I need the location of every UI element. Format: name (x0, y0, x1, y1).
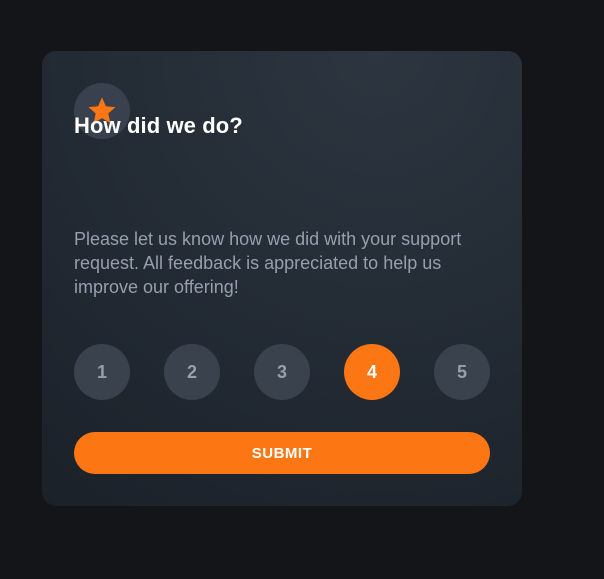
rating-option-5[interactable]: 5 (434, 344, 490, 400)
rating-card: How did we do? Please let us know how we… (42, 51, 522, 506)
rating-option-4[interactable]: 4 (344, 344, 400, 400)
card-title: How did we do? (74, 113, 243, 138)
rating-option-1[interactable]: 1 (74, 344, 130, 400)
rating-options: 1 2 3 4 5 (74, 344, 490, 400)
rating-option-2[interactable]: 2 (164, 344, 220, 400)
card-description: Please let us know how we did with your … (74, 229, 462, 297)
rating-option-3[interactable]: 3 (254, 344, 310, 400)
submit-button[interactable]: SUBMIT (74, 432, 490, 474)
